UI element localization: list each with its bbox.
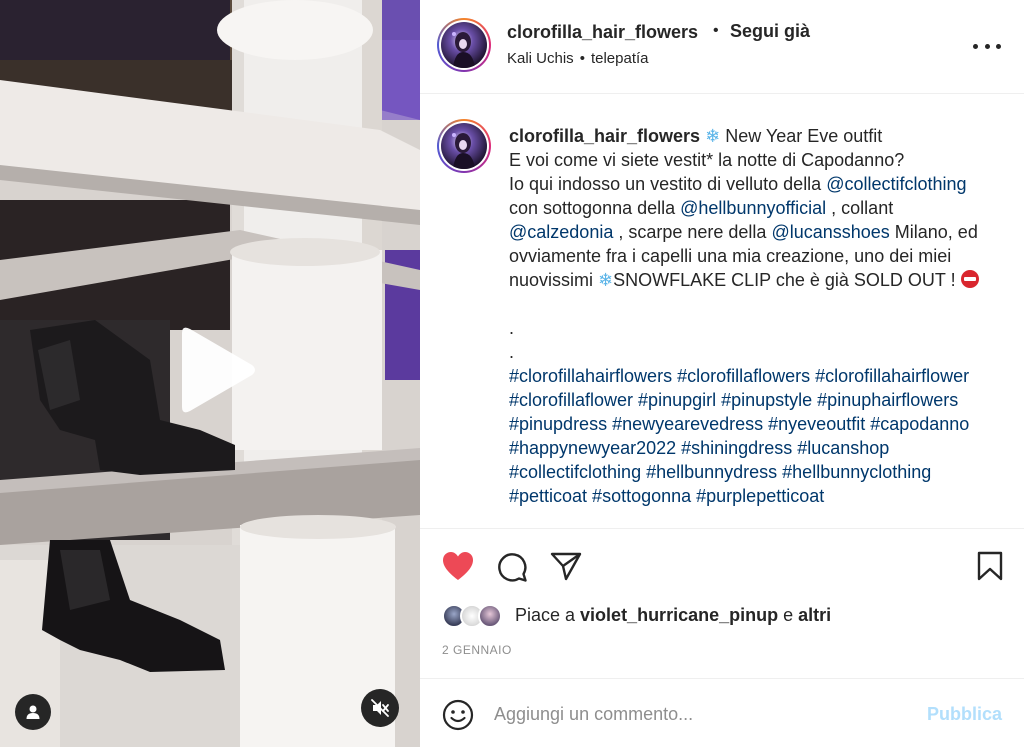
audio-artist[interactable]: Kali Uchis <box>507 50 574 67</box>
caption-part: , collant <box>831 198 894 218</box>
liker-avatar[interactable] <box>478 604 502 628</box>
mention-link[interactable]: @lucansshoes <box>771 222 889 242</box>
audio-separator: • <box>579 50 585 67</box>
avatar-image <box>452 32 475 68</box>
action-bar: Piace a violet_hurricane_pinup e altri 2… <box>420 528 1024 678</box>
comment-bar: Pubblica <box>420 678 1024 747</box>
others-link[interactable]: altri <box>798 605 831 625</box>
avatar-image <box>452 133 475 169</box>
snowflake-emoji: ❄ <box>598 270 614 290</box>
caption-part: . . <box>509 318 515 362</box>
post-panel: clorofilla_hair_flowers • Segui già Kali… <box>420 0 1024 747</box>
likes-prefix: Piace a <box>515 605 581 625</box>
comment-input[interactable] <box>494 697 904 731</box>
play-button[interactable] <box>172 325 258 415</box>
mention-link[interactable]: @collectifclothing <box>826 174 966 194</box>
more-options-button[interactable] <box>973 36 1001 56</box>
post-video[interactable] <box>0 0 420 747</box>
audio-info[interactable]: Kali Uchis • telepatía <box>507 50 649 67</box>
mention-link[interactable]: @hellbunnyofficial <box>680 198 826 218</box>
caption-section: clorofilla_hair_flowers ❄ New Year Eve o… <box>420 95 1024 527</box>
heart-filled-icon[interactable] <box>442 551 474 581</box>
caption-username[interactable]: clorofilla_hair_flowers <box>509 126 700 146</box>
caption-part: con sottogonna della <box>509 198 676 218</box>
likes-conj: e <box>778 605 799 625</box>
caption-avatar[interactable] <box>437 119 491 173</box>
post-date[interactable]: 2 GENNAIO <box>442 643 512 657</box>
speaker-muted-icon <box>371 699 389 717</box>
hashtag-list[interactable]: #clorofillahairflowers #clorofillaflower… <box>509 366 974 506</box>
post-header: clorofilla_hair_flowers • Segui già Kali… <box>420 0 1024 94</box>
ellipsis-dot <box>984 43 990 49</box>
speech-bubble-icon[interactable] <box>496 551 528 583</box>
header-username[interactable]: clorofilla_hair_flowers <box>507 22 698 43</box>
ellipsis-dot <box>996 43 1001 49</box>
tagged-users-button[interactable] <box>15 694 51 730</box>
mention-link[interactable]: @calzedonia <box>509 222 613 242</box>
ellipsis-icon <box>973 43 978 49</box>
follow-button[interactable]: Segui già <box>730 21 810 42</box>
publish-button[interactable]: Pubblica <box>927 704 1002 725</box>
caption-part: SNOWFLAKE CLIP che è già SOLD OUT ! <box>613 270 961 290</box>
no-entry-emoji <box>960 270 979 288</box>
play-icon <box>182 327 255 413</box>
caption-part: , scarpe nere della <box>613 222 772 242</box>
paper-plane-icon[interactable] <box>550 551 582 581</box>
header-separator-dot: • <box>713 22 719 39</box>
snowflake-emoji: ❄ <box>705 126 721 146</box>
user-icon <box>26 705 40 719</box>
caption-text: clorofilla_hair_flowers ❄ New Year Eve o… <box>509 124 1014 508</box>
likes-text: Piace a violet_hurricane_pinup e altri <box>515 605 831 626</box>
likes-summary: Piace a violet_hurricane_pinup e altri <box>442 603 1002 629</box>
avatar[interactable] <box>437 18 491 72</box>
audio-track[interactable]: telepatía <box>591 50 649 67</box>
smiley-icon[interactable] <box>442 699 474 731</box>
liker-username[interactable]: violet_hurricane_pinup <box>580 605 778 625</box>
mute-button[interactable] <box>361 689 399 727</box>
bookmark-icon[interactable] <box>976 551 1004 581</box>
